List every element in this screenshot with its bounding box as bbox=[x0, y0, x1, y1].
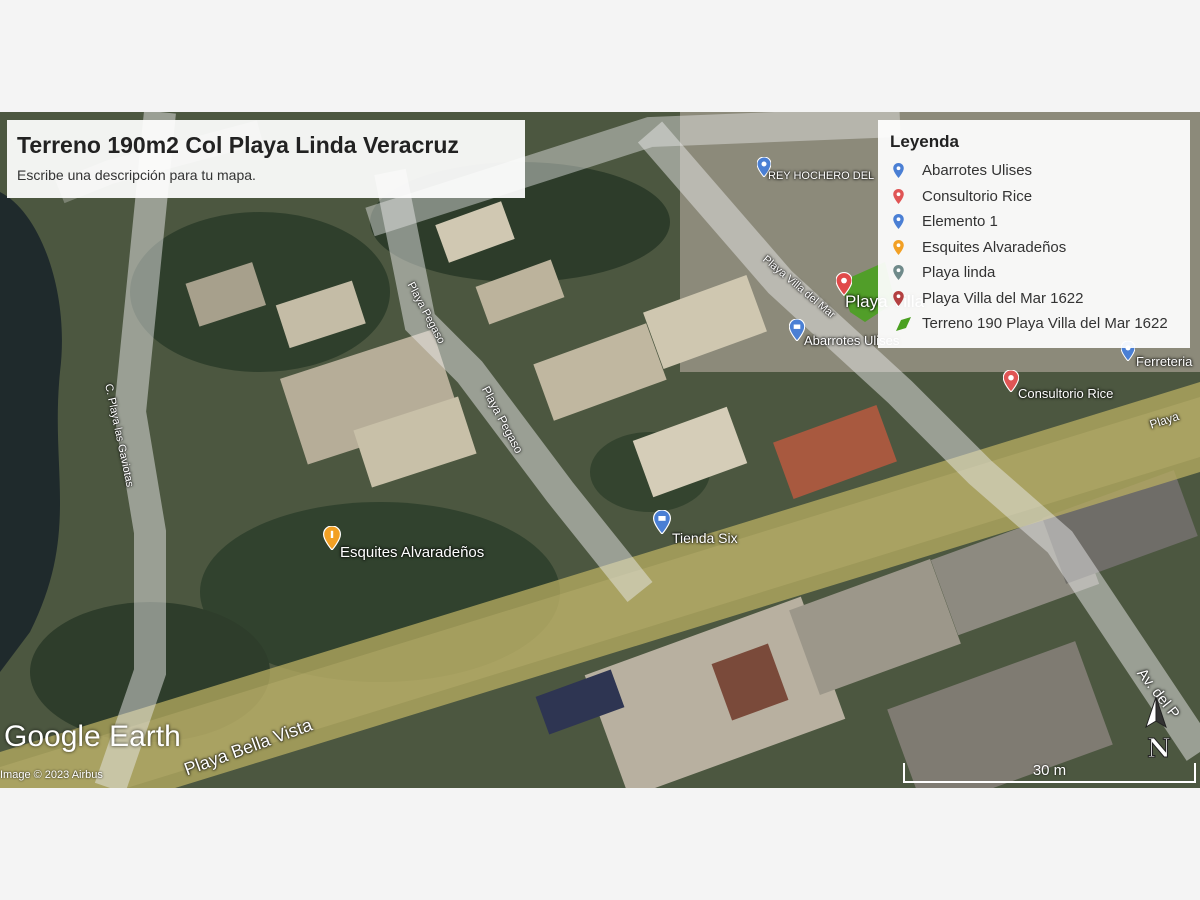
north-label: N bbox=[1147, 734, 1171, 759]
legend-item[interactable]: Playa linda bbox=[890, 260, 1178, 286]
legend-label: Playa Villa del Mar 1622 bbox=[922, 289, 1084, 307]
satellite-map[interactable]: REY HOCHERO DEL Playa Villa Abarrotes Ul… bbox=[0, 112, 1200, 788]
legend-label: Elemento 1 bbox=[922, 213, 998, 231]
consultorio-rice-label: Consultorio Rice bbox=[1018, 386, 1114, 401]
legend-panel: Leyenda Abarrotes Ulises Consultorio Ric… bbox=[878, 120, 1190, 348]
ferreteria-label: Ferreteria bbox=[1136, 354, 1193, 369]
consultorio-rice-pin[interactable] bbox=[1002, 369, 1020, 397]
rey-hochero-label: REY HOCHERO DEL bbox=[768, 170, 875, 182]
esquites-alvaradenos-label: Esquites Alvaradeños bbox=[340, 544, 485, 561]
blue-pin-icon bbox=[890, 214, 922, 230]
esquites-alvaradenos-pin[interactable] bbox=[322, 525, 342, 555]
legend-label: Playa linda bbox=[922, 264, 996, 282]
legend-item[interactable]: Consultorio Rice bbox=[890, 184, 1178, 210]
legend-label: Abarrotes Ulises bbox=[922, 162, 1033, 180]
legend-label: Consultorio Rice bbox=[922, 187, 1033, 205]
tienda-six-pin[interactable] bbox=[652, 509, 672, 539]
legend-title: Leyenda bbox=[890, 132, 959, 151]
legend-item[interactable]: Abarrotes Ulises bbox=[890, 158, 1178, 184]
legend-label: Terreno 190 Playa Villa del Mar 1622 bbox=[922, 315, 1168, 333]
legend-item[interactable]: Elemento 1 bbox=[890, 209, 1178, 235]
scale-bar: 30 m bbox=[903, 762, 1196, 783]
gray-pin-icon bbox=[890, 265, 922, 281]
scale-label: 30 m bbox=[1032, 762, 1067, 779]
blue-pin-icon bbox=[890, 163, 922, 179]
google-earth-logo: Google Earth bbox=[4, 720, 181, 753]
tienda-six-label: Tienda Six bbox=[672, 530, 738, 546]
map-title-panel: Terreno 190m2 Col Playa Linda Veracruz E… bbox=[7, 120, 525, 198]
darkred-pin-icon bbox=[890, 290, 922, 306]
green-polygon-icon bbox=[890, 316, 922, 331]
north-arrow-icon[interactable]: N bbox=[1144, 696, 1174, 765]
legend-label: Esquites Alvaradeños bbox=[922, 238, 1067, 256]
legend-item[interactable]: Playa Villa del Mar 1622 bbox=[890, 286, 1178, 312]
imagery-copyright: Image © 2023 Airbus bbox=[0, 769, 103, 781]
abarrotes-ulises-pin[interactable] bbox=[788, 318, 806, 346]
map-title: Terreno 190m2 Col Playa Linda Veracruz bbox=[17, 132, 459, 158]
orange-pin-icon bbox=[890, 239, 922, 255]
legend-item[interactable]: Terreno 190 Playa Villa del Mar 1622 bbox=[890, 311, 1178, 337]
legend-item[interactable]: Esquites Alvaradeños bbox=[890, 235, 1178, 261]
red-pin-icon bbox=[890, 188, 922, 204]
map-description: Escribe una descripción para tu mapa. bbox=[17, 167, 256, 183]
